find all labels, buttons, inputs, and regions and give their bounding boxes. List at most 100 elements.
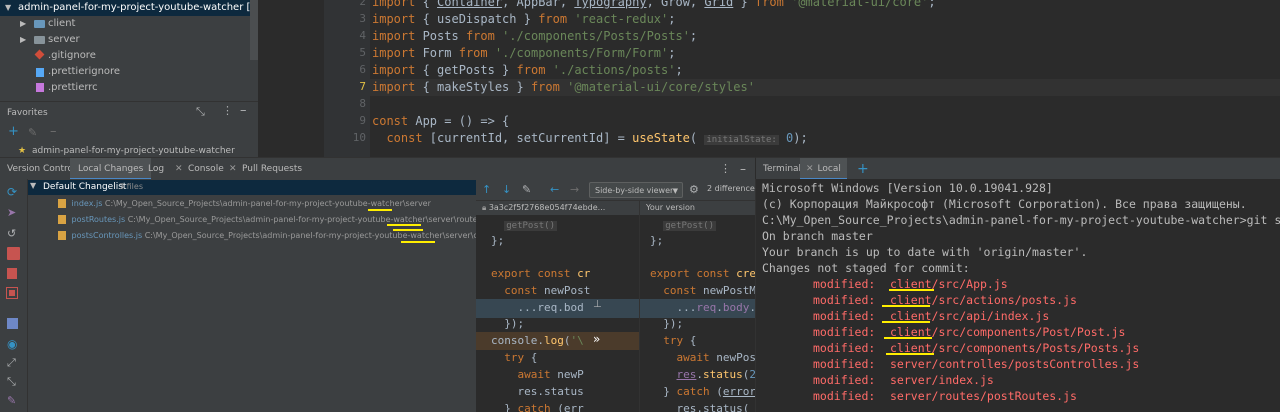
code-line[interactable]: import Form from './components/Form/Form… — [372, 45, 675, 62]
scrollbar[interactable] — [250, 0, 258, 60]
tree-item-prettierignore[interactable]: .prettierignore — [0, 64, 250, 80]
edit-icon[interactable]: ✎ — [28, 126, 37, 139]
tab-local-changes[interactable]: Local Changes — [70, 158, 152, 180]
terminal-output[interactable]: Microsoft Windows [Version 10.0.19041.92… — [755, 179, 1280, 412]
highlight-underline — [882, 305, 930, 307]
new-tab-icon[interactable]: + — [857, 158, 869, 180]
version-control-tabbar: Version Control: Local Changes Log ✕ Con… — [0, 157, 755, 180]
chevron-down-icon[interactable]: ▼ — [5, 0, 11, 16]
tree-item-server[interactable]: ▶ server — [0, 32, 250, 48]
diff-code-line: export const crea — [650, 267, 755, 280]
tab-log[interactable]: Log — [148, 158, 164, 180]
tree-item-label: .prettierrc — [48, 82, 98, 93]
git-file-icon — [34, 49, 45, 60]
diff-code-line: getPost() — [663, 221, 717, 231]
collapse-icon[interactable]: ⤡ — [7, 375, 20, 388]
diff-icon[interactable] — [7, 247, 20, 260]
chevron-down-icon[interactable]: ▼ — [30, 181, 36, 190]
commit-icon[interactable]: ➤ — [7, 206, 20, 219]
group-by-icon[interactable] — [7, 318, 18, 329]
terminal-tabbar: Terminal: ✕ Local + — [755, 157, 1280, 180]
arrow-down-icon[interactable]: ↓ — [502, 183, 511, 196]
favorites-panel: Favorites ⤡ ⋮ – + ✎ – ★ admin-panel-for-… — [0, 101, 258, 157]
highlight-underline — [889, 289, 934, 291]
more-icon[interactable]: ⋮ — [720, 158, 731, 180]
tree-item-label: client — [48, 18, 76, 29]
code-line[interactable]: import { getPosts } from './actions/post… — [372, 62, 683, 79]
tab-console[interactable]: Console — [188, 158, 224, 180]
diff-code-line: }; — [650, 234, 664, 247]
close-icon[interactable]: ✕ — [229, 158, 237, 180]
parameter-hint: initialState: — [704, 135, 779, 145]
changed-file-row[interactable]: postsControlles.js C:\My_Open_Source_Pro… — [58, 228, 512, 243]
js-file-icon — [58, 199, 66, 208]
terminal-line: On branch master — [762, 229, 873, 243]
terminal-line: C:\My_Open_Source_Projects\admin-panel-f… — [762, 213, 1280, 227]
revert-icon[interactable]: ⊥ — [593, 299, 602, 310]
pin-icon[interactable]: ✎ — [7, 394, 20, 407]
line-number-current: 7 — [359, 80, 366, 93]
chevron-right-icon[interactable]: ▶ — [20, 16, 26, 32]
js-file-icon — [58, 215, 66, 224]
close-icon[interactable]: ✕ — [175, 158, 183, 180]
collapse-icon[interactable]: ⤡ — [196, 105, 205, 119]
diff-code-line: export const cr — [491, 267, 591, 280]
more-icon[interactable]: ⋮ — [222, 104, 233, 117]
diff-left-pane: 🔒︎ 3a3c2f5f2768e054f74ebde... getPost() … — [476, 201, 640, 412]
tree-item-client[interactable]: ▶ client — [0, 16, 250, 32]
modified-file: server/routes/postRoutes.js — [890, 389, 1077, 403]
close-icon[interactable]: ✕ — [806, 164, 814, 174]
diff-right-header: Your version — [640, 201, 755, 215]
settings-icon[interactable]: ⚙ — [689, 183, 699, 196]
modified-label: modified: — [813, 373, 876, 387]
diff-code-line: console.log('\ — [491, 334, 584, 347]
favorites-item[interactable]: admin-panel-for-my-project-youtube-watch… — [32, 146, 235, 156]
code-line[interactable]: import { makeStyles } from '@material-ui… — [372, 79, 755, 96]
apply-change-icon[interactable]: » — [593, 332, 600, 346]
code-line[interactable]: import Posts from './components/Posts/Po… — [372, 28, 697, 45]
remove-icon[interactable]: – — [50, 124, 57, 139]
tree-item-prettierrc[interactable]: .prettierrc — [0, 80, 250, 96]
terminal-title: Terminal: — [763, 164, 805, 174]
viewer-mode-select[interactable]: Side-by-side viewer ▼ — [589, 182, 683, 198]
tab-terminal-local[interactable]: ✕ Local — [800, 158, 847, 180]
diff-code-line: const newPostMe — [663, 284, 755, 297]
version-control-label: Version Control: — [7, 164, 79, 174]
favorites-title: Favorites — [7, 108, 48, 118]
tree-root-label: admin-panel-for-my-project-youtube-watch… — [18, 2, 258, 13]
refresh-icon[interactable]: ⟳ — [7, 185, 20, 199]
tree-root[interactable]: ▼ admin-panel-for-my-project-youtube-wat… — [0, 0, 258, 16]
expand-icon[interactable]: ⤢ — [7, 356, 20, 369]
diff-code-line: } catch (err — [491, 402, 584, 412]
changelist-icon[interactable] — [7, 268, 17, 279]
highlight-underline — [886, 353, 934, 355]
edit-icon[interactable]: ✎ — [522, 183, 531, 196]
arrow-up-icon[interactable]: ↑ — [482, 183, 491, 196]
arrow-left-icon[interactable]: ← — [550, 183, 559, 196]
minimize-icon[interactable]: – — [740, 158, 746, 180]
arrow-right-icon[interactable]: → — [570, 183, 579, 196]
project-tree-panel: ▼ admin-panel-for-my-project-youtube-wat… — [0, 0, 258, 101]
diff-code-line: ...req.body. — [650, 301, 755, 314]
editor-gutter: 2 3 4 5 6 7 8 9 10 — [324, 0, 370, 157]
js-file-icon — [58, 231, 66, 240]
terminal-line: Changes not staged for commit: — [762, 261, 970, 275]
code-line[interactable]: const [currentId, setCurrentId] = useSta… — [372, 130, 808, 147]
diff-code-line: }; — [491, 234, 505, 247]
code-line[interactable]: const App = () => { — [372, 113, 509, 130]
shelve-icon[interactable] — [6, 287, 18, 299]
diff-code-line: }); — [650, 317, 684, 330]
code-line[interactable]: import { useDispatch } from 'react-redux… — [372, 11, 675, 28]
code-line[interactable]: import { Container, AppBar, Typography, … — [372, 0, 936, 11]
diff-code-line: res.status( — [650, 402, 750, 412]
minimize-icon[interactable]: – — [240, 103, 247, 118]
tab-pull-requests[interactable]: Pull Requests — [242, 158, 302, 180]
add-icon[interactable]: + — [8, 124, 19, 139]
modified-file: server/controlles/postsControlles.js — [890, 357, 1140, 371]
chevron-right-icon[interactable]: ▶ — [20, 32, 26, 48]
changelist-header[interactable]: ▼ Default Changelist 3 files — [28, 180, 476, 195]
tree-item-gitignore[interactable]: .gitignore — [0, 48, 250, 64]
viewer-mode-label: Side-by-side viewer — [595, 186, 674, 195]
eye-icon[interactable]: ◉ — [7, 337, 20, 351]
rollback-icon[interactable]: ↺ — [7, 227, 20, 240]
